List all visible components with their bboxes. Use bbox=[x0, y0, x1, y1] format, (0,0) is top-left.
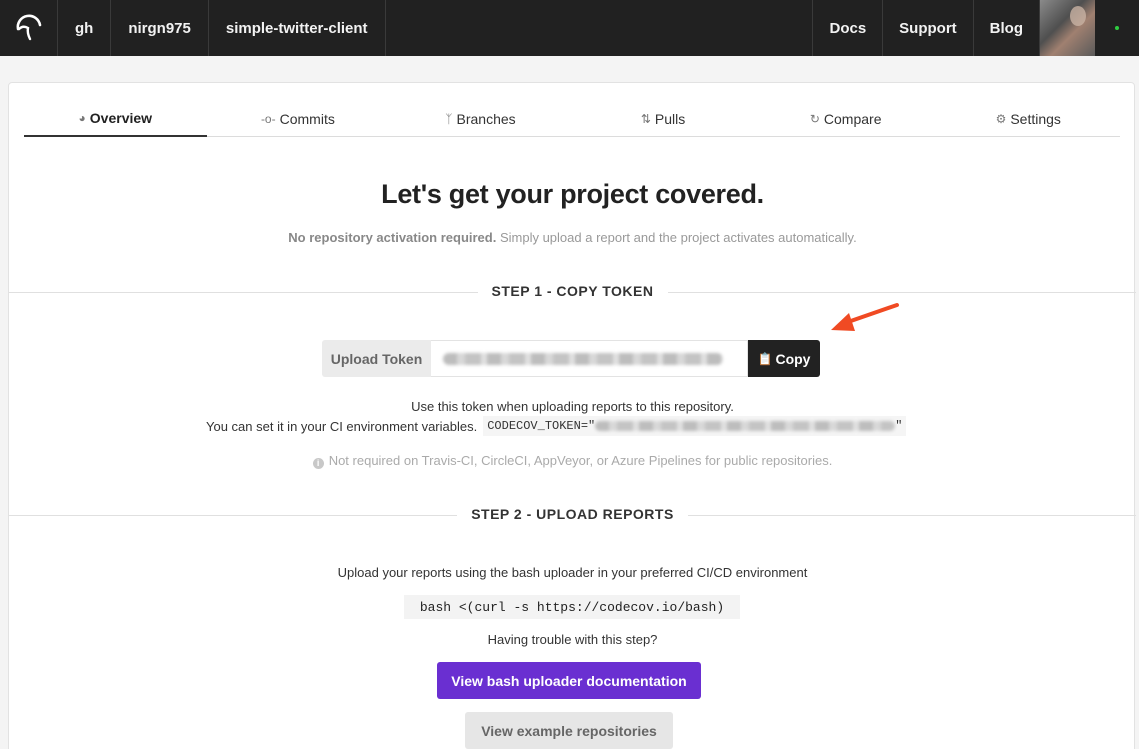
trouble-text: Having trouble with this step? bbox=[487, 632, 658, 647]
env-prefix: CODECOV_TOKEN=" bbox=[487, 419, 596, 433]
support-link[interactable]: Support bbox=[882, 0, 973, 56]
online-status-indicator bbox=[1095, 0, 1139, 56]
user-avatar[interactable] bbox=[1039, 0, 1095, 56]
subtitle-rest: Simply upload a report and the project a… bbox=[496, 230, 857, 245]
tab-label: Branches bbox=[456, 110, 516, 127]
gears-icon: ⚙ bbox=[995, 111, 1007, 126]
dashboard-icon: ◕ bbox=[78, 111, 86, 125]
info-icon: i bbox=[312, 458, 324, 469]
ci-env-text: You can set it in your CI environment va… bbox=[206, 416, 907, 436]
pull-request-icon: ⇅ bbox=[640, 111, 651, 126]
env-suffix: " bbox=[895, 419, 903, 433]
upload-token-field[interactable] bbox=[431, 340, 748, 377]
tab-label: Overview bbox=[89, 110, 153, 126]
docs-link[interactable]: Docs bbox=[812, 0, 882, 56]
note-text: Not required on Travis-CI, CircleCI, App… bbox=[328, 453, 833, 468]
tab-branches[interactable]: ᛉ Branches bbox=[389, 101, 572, 136]
env-variable-code[interactable]: CODECOV_TOKEN=" " bbox=[483, 416, 907, 436]
breadcrumb-repository[interactable]: simple-twitter-client bbox=[209, 0, 386, 56]
step2-header: STEP 2 - UPLOAD REPORTS bbox=[9, 505, 1136, 525]
repo-tabs: ◕ Overview -o- Commits ᛉ Branches ⇅ Pull… bbox=[24, 101, 1120, 137]
breadcrumb-service[interactable]: gh bbox=[58, 0, 112, 56]
tab-pulls[interactable]: ⇅ Pulls bbox=[572, 101, 755, 136]
codecov-logo-icon[interactable] bbox=[0, 0, 58, 56]
breadcrumb-owner[interactable]: nirgn975 bbox=[111, 0, 209, 56]
page-subtitle: No repository activation required. Simpl… bbox=[9, 230, 1136, 245]
copy-button-label: Copy bbox=[775, 350, 811, 367]
step1-title: STEP 1 - COPY TOKEN bbox=[477, 283, 668, 299]
tab-label: Commits bbox=[279, 110, 335, 127]
view-examples-button[interactable]: View example repositories bbox=[465, 712, 673, 749]
page-title: Let's get your project covered. bbox=[381, 179, 764, 209]
view-docs-button[interactable]: View bash uploader documentation bbox=[437, 662, 701, 699]
masked-env-token bbox=[595, 421, 896, 431]
clipboard-icon: 📋 bbox=[757, 351, 773, 366]
copy-token-button[interactable]: 📋 Copy bbox=[748, 340, 820, 377]
upload-instructions: Upload your reports using the bash uploa… bbox=[337, 565, 808, 580]
top-nav-bar: gh nirgn975 simple-twitter-client Docs S… bbox=[0, 0, 1139, 56]
step1-header: STEP 1 - COPY TOKEN bbox=[9, 282, 1136, 302]
commit-icon: -o- bbox=[260, 111, 276, 126]
tab-overview[interactable]: ◕ Overview bbox=[24, 101, 207, 137]
tab-label: Compare bbox=[823, 110, 882, 127]
step2-title: STEP 2 - UPLOAD REPORTS bbox=[457, 506, 688, 522]
subtitle-bold: No repository activation required. bbox=[288, 230, 497, 245]
bash-command-code[interactable]: bash <(curl -s https://codecov.io/bash) bbox=[404, 595, 740, 619]
token-usage-text: Use this token when uploading reports to… bbox=[411, 399, 734, 414]
tab-commits[interactable]: -o- Commits bbox=[207, 101, 390, 136]
tab-compare[interactable]: ↻ Compare bbox=[754, 101, 937, 136]
branch-icon: ᛉ bbox=[445, 111, 453, 126]
main-card: ◕ Overview -o- Commits ᛉ Branches ⇅ Pull… bbox=[8, 82, 1136, 749]
annotation-arrow-icon bbox=[831, 303, 899, 331]
tab-settings[interactable]: ⚙ Settings bbox=[937, 101, 1120, 136]
upload-token-label: Upload Token bbox=[322, 340, 431, 377]
public-repo-note: i Not required on Travis-CI, CircleCI, Ap… bbox=[9, 453, 1136, 469]
masked-token bbox=[443, 352, 723, 365]
tab-label: Settings bbox=[1010, 110, 1061, 127]
upload-token-group: Upload Token 📋 Copy bbox=[322, 340, 820, 377]
compare-icon: ↻ bbox=[809, 111, 820, 126]
ci-env-label: You can set it in your CI environment va… bbox=[206, 418, 478, 434]
tab-label: Pulls bbox=[654, 110, 686, 127]
blog-link[interactable]: Blog bbox=[972, 0, 1039, 56]
